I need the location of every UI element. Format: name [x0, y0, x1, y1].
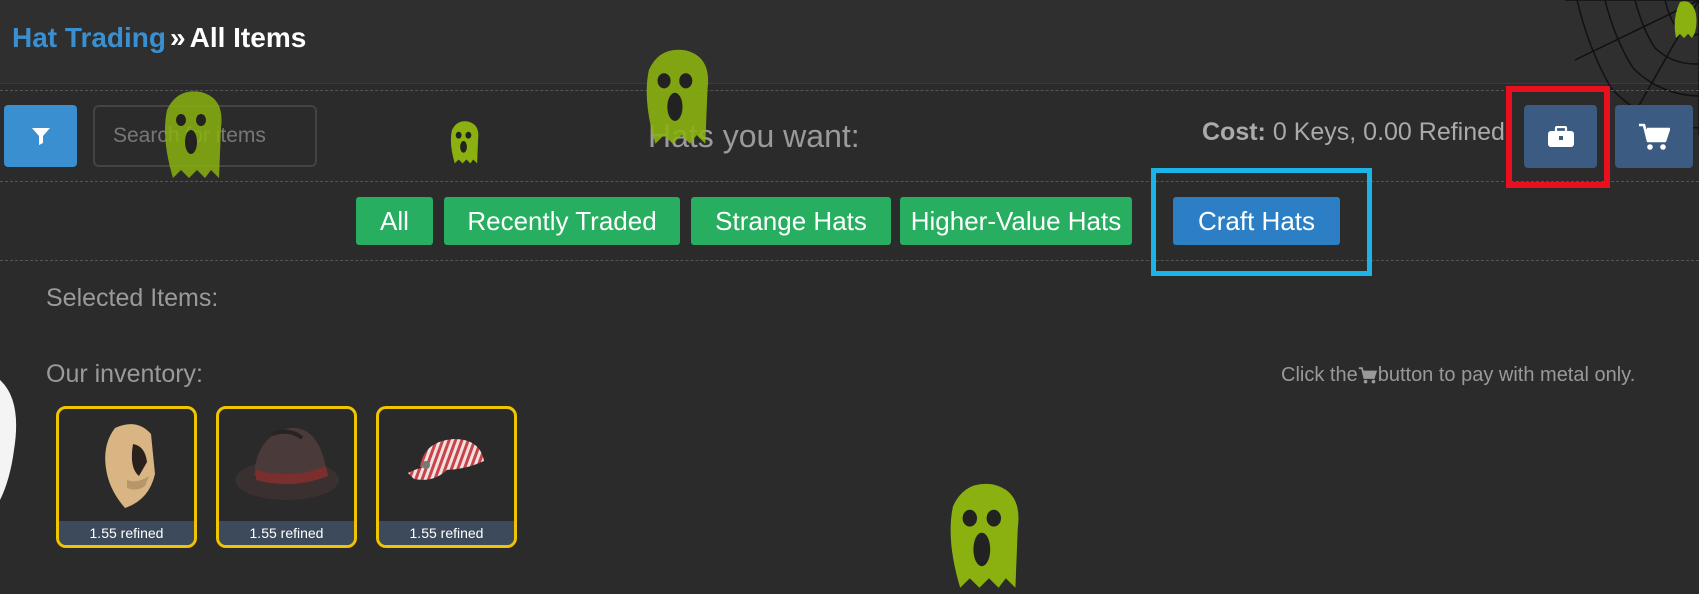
inventory-item[interactable]: 1.55 refined	[56, 406, 197, 548]
hint-text-before: Click the	[1281, 364, 1358, 386]
divider-top	[0, 90, 1699, 91]
highlight-craft-hats-annotation	[1151, 168, 1372, 276]
hood-hat-image	[59, 409, 194, 521]
tab-higher-value-hats[interactable]: Higher-Value Hats	[900, 197, 1132, 245]
cart-small-icon	[1358, 367, 1377, 384]
item-price: 1.55 refined	[59, 521, 194, 545]
divider-middle	[0, 181, 1699, 182]
selected-items-label: Selected Items:	[46, 284, 219, 312]
ghost-decoration-icon	[950, 483, 1019, 588]
cart-button[interactable]	[1615, 105, 1693, 168]
cost-display: Cost: 0 Keys, 0.00 Refined	[1202, 118, 1505, 147]
breadcrumb: Hat Trading» All Items	[12, 22, 306, 54]
tab-recently-traded[interactable]: Recently Traded	[444, 197, 680, 245]
top-bar: Hat Trading» All Items	[0, 0, 1699, 84]
breadcrumb-hat-trading-link[interactable]: Hat Trading	[12, 22, 166, 53]
cost-label: Cost:	[1202, 118, 1266, 146]
item-price: 1.55 refined	[219, 521, 354, 545]
cart-icon	[1639, 123, 1670, 150]
ghost-decoration-icon	[450, 121, 479, 164]
ghost-decoration-icon	[646, 49, 709, 144]
ghost-decoration-icon	[165, 91, 222, 178]
highlight-briefcase-annotation	[1506, 86, 1610, 188]
page-title: All Items	[189, 22, 307, 53]
tab-strange-hats[interactable]: Strange Hats	[691, 197, 891, 245]
striped-cap-image	[379, 409, 514, 521]
filter-button[interactable]	[4, 105, 77, 167]
item-price: 1.55 refined	[379, 521, 514, 545]
filter-icon	[31, 128, 50, 145]
hint-text-after: button to pay with metal only.	[1377, 364, 1636, 386]
breadcrumb-separator: »	[170, 22, 186, 53]
white-ghost-decoration	[0, 380, 17, 500]
pay-with-metal-hint: Click the button to pay with metal only.	[1281, 364, 1635, 387]
inventory-item[interactable]: 1.55 refined	[376, 406, 517, 548]
tab-all[interactable]: All	[356, 197, 433, 245]
divider-bottom	[0, 260, 1699, 261]
cost-value: 0 Keys, 0.00 Refined	[1272, 118, 1505, 146]
inventory-item[interactable]: 1.55 refined	[216, 406, 357, 548]
inventory-label: Our inventory:	[46, 360, 204, 388]
ghost-small-icon	[1674, 1, 1697, 38]
brown-fedora-image	[219, 409, 354, 521]
